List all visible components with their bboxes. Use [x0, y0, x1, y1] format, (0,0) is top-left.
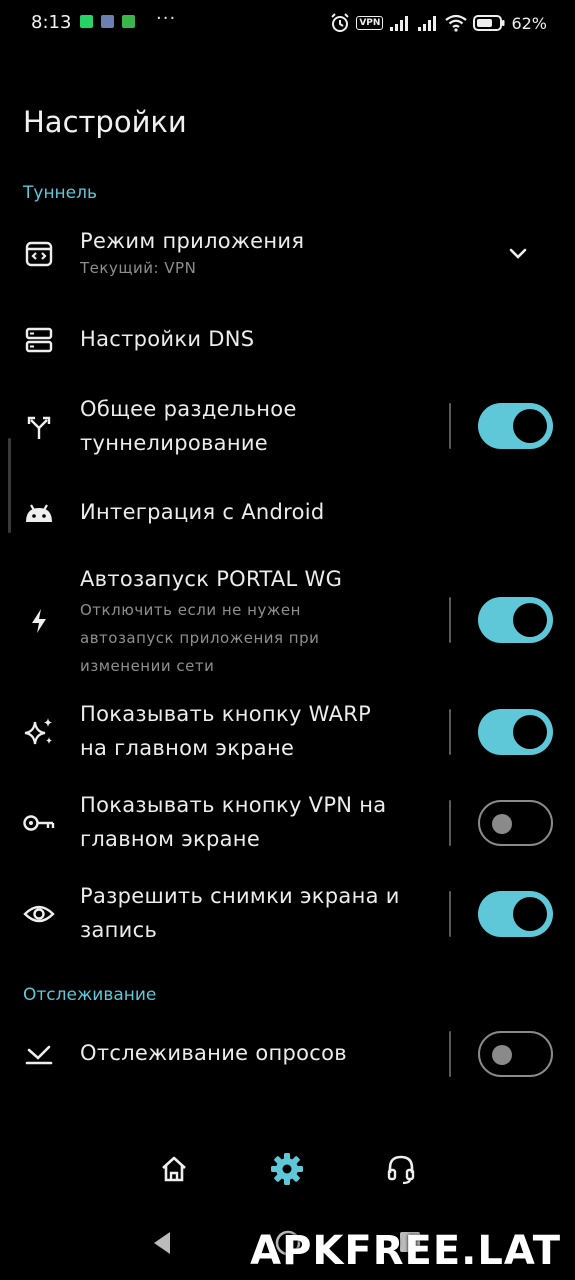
home-icon[interactable] [150, 1145, 198, 1193]
bolt-icon [22, 604, 56, 638]
dns-server-icon [22, 323, 56, 357]
key-icon [22, 806, 56, 840]
vpn-button-text: Показывать кнопку VPN на главном экране [80, 788, 386, 856]
android-text: Интеграция с Android [80, 495, 325, 529]
warp-button-text: Показывать кнопку WARP на главном экране [80, 697, 371, 765]
warp-button-title-line2: на главном экране [80, 736, 295, 760]
warp-button-title-line1: Показывать кнопку WARP [80, 702, 372, 726]
bottom-nav [0, 1145, 575, 1193]
android-icon [22, 496, 56, 530]
app-mode-subtitle: Текущий: VPN [80, 259, 197, 277]
setting-android-integration[interactable]: Интеграция с Android [0, 492, 575, 536]
polling-toggle[interactable] [478, 1031, 553, 1077]
setting-vpn-button[interactable]: Показывать кнопку VPN на главном экране [0, 788, 575, 858]
warp-button-toggle[interactable] [478, 709, 553, 755]
autostart-toggle[interactable] [478, 597, 553, 643]
setting-warp-button[interactable]: Показывать кнопку WARP на главном экране [0, 697, 575, 767]
autostart-sub-line2: автозапуск приложения при [80, 629, 320, 647]
status-time: 8:13 [31, 12, 72, 33]
split-tunnel-title-line2: туннелирование [80, 431, 269, 455]
toggle-knob [513, 715, 547, 749]
polling-title: Отслеживание опросов [80, 1041, 347, 1065]
notification-icons [80, 15, 135, 28]
divider [449, 800, 451, 846]
section-header-tracking: Отслеживание [23, 985, 157, 1005]
android-title: Интеграция с Android [80, 500, 325, 524]
signal-icon [390, 16, 409, 31]
tracking-check-icon [22, 1037, 56, 1071]
divider [449, 1031, 451, 1077]
section-header-tunnel: Туннель [23, 183, 98, 203]
whatsapp-icon [80, 15, 93, 28]
split-tunnel-text: Общее раздельное туннелирование [80, 392, 297, 460]
eye-icon [22, 897, 56, 931]
chevron-down-icon[interactable] [505, 240, 531, 266]
toggle-knob [492, 814, 512, 834]
setting-app-mode[interactable]: Режим приложения Текущий: VPN [0, 222, 575, 288]
vpn-badge: VPN [356, 16, 384, 30]
autostart-sub-line3: изменении сети [80, 657, 215, 675]
toggle-knob [492, 1045, 512, 1065]
battery-icon [473, 15, 505, 31]
status-bar: 8:13 ··· VPN 62% [0, 0, 575, 48]
toggle-knob [513, 897, 547, 931]
wifi-icon [445, 14, 468, 32]
signal-icon-2 [418, 16, 437, 31]
setting-autostart[interactable]: Автозапуск PORTAL WG Отключить если не н… [0, 562, 575, 678]
split-tunnel-title-line1: Общее раздельное [80, 397, 297, 421]
app-notification-icon [101, 15, 114, 28]
setting-dns[interactable]: Настройки DNS [0, 318, 575, 362]
headset-icon[interactable] [377, 1145, 425, 1193]
screenshots-title-line1: Разрешить снимки экрана и [80, 884, 400, 908]
screenshots-title-line2: запись [80, 918, 158, 942]
divider [449, 403, 451, 449]
code-window-icon [22, 237, 56, 271]
setting-screenshots[interactable]: Разрешить снимки экрана и запись [0, 879, 575, 949]
divider [449, 597, 451, 643]
autostart-title: Автозапуск PORTAL WG [80, 567, 343, 591]
divider [449, 709, 451, 755]
status-right: VPN 62% [330, 13, 547, 33]
toggle-knob [513, 603, 547, 637]
app-mode-text: Режим приложения Текущий: VPN [80, 224, 304, 282]
dns-title: Настройки DNS [80, 327, 255, 351]
more-notifications-icon: ··· [156, 8, 177, 29]
setting-split-tunnel[interactable]: Общее раздельное туннелирование [0, 392, 575, 462]
split-tunnel-toggle[interactable] [478, 403, 553, 449]
alarm-icon [331, 13, 350, 32]
polling-text: Отслеживание опросов [80, 1036, 347, 1070]
screenshots-toggle[interactable] [478, 891, 553, 937]
autostart-sub-line1: Отключить если не нужен [80, 601, 301, 619]
screenshots-text: Разрешить снимки экрана и запись [80, 879, 400, 947]
vpn-button-toggle[interactable] [478, 800, 553, 846]
divider [449, 891, 451, 937]
split-arrows-icon [22, 410, 56, 444]
sparkle-icon [22, 715, 56, 749]
vpn-button-title-line1: Показывать кнопку VPN на [80, 793, 387, 817]
running-figure-icon [122, 15, 135, 28]
settings-gear-icon[interactable] [263, 1145, 311, 1193]
app-mode-title: Режим приложения [80, 229, 305, 253]
toggle-knob [513, 409, 547, 443]
back-icon[interactable] [150, 1230, 174, 1256]
page-title: Настройки [23, 105, 187, 139]
vpn-button-title-line2: главном экране [80, 827, 261, 851]
setting-polling[interactable]: Отслеживание опросов [0, 1031, 575, 1077]
autostart-text: Автозапуск PORTAL WG Отключить если не н… [80, 562, 342, 680]
dns-text: Настройки DNS [80, 322, 254, 356]
watermark: APKFREE.LAT [250, 1228, 561, 1274]
battery-percent: 62% [511, 13, 547, 33]
